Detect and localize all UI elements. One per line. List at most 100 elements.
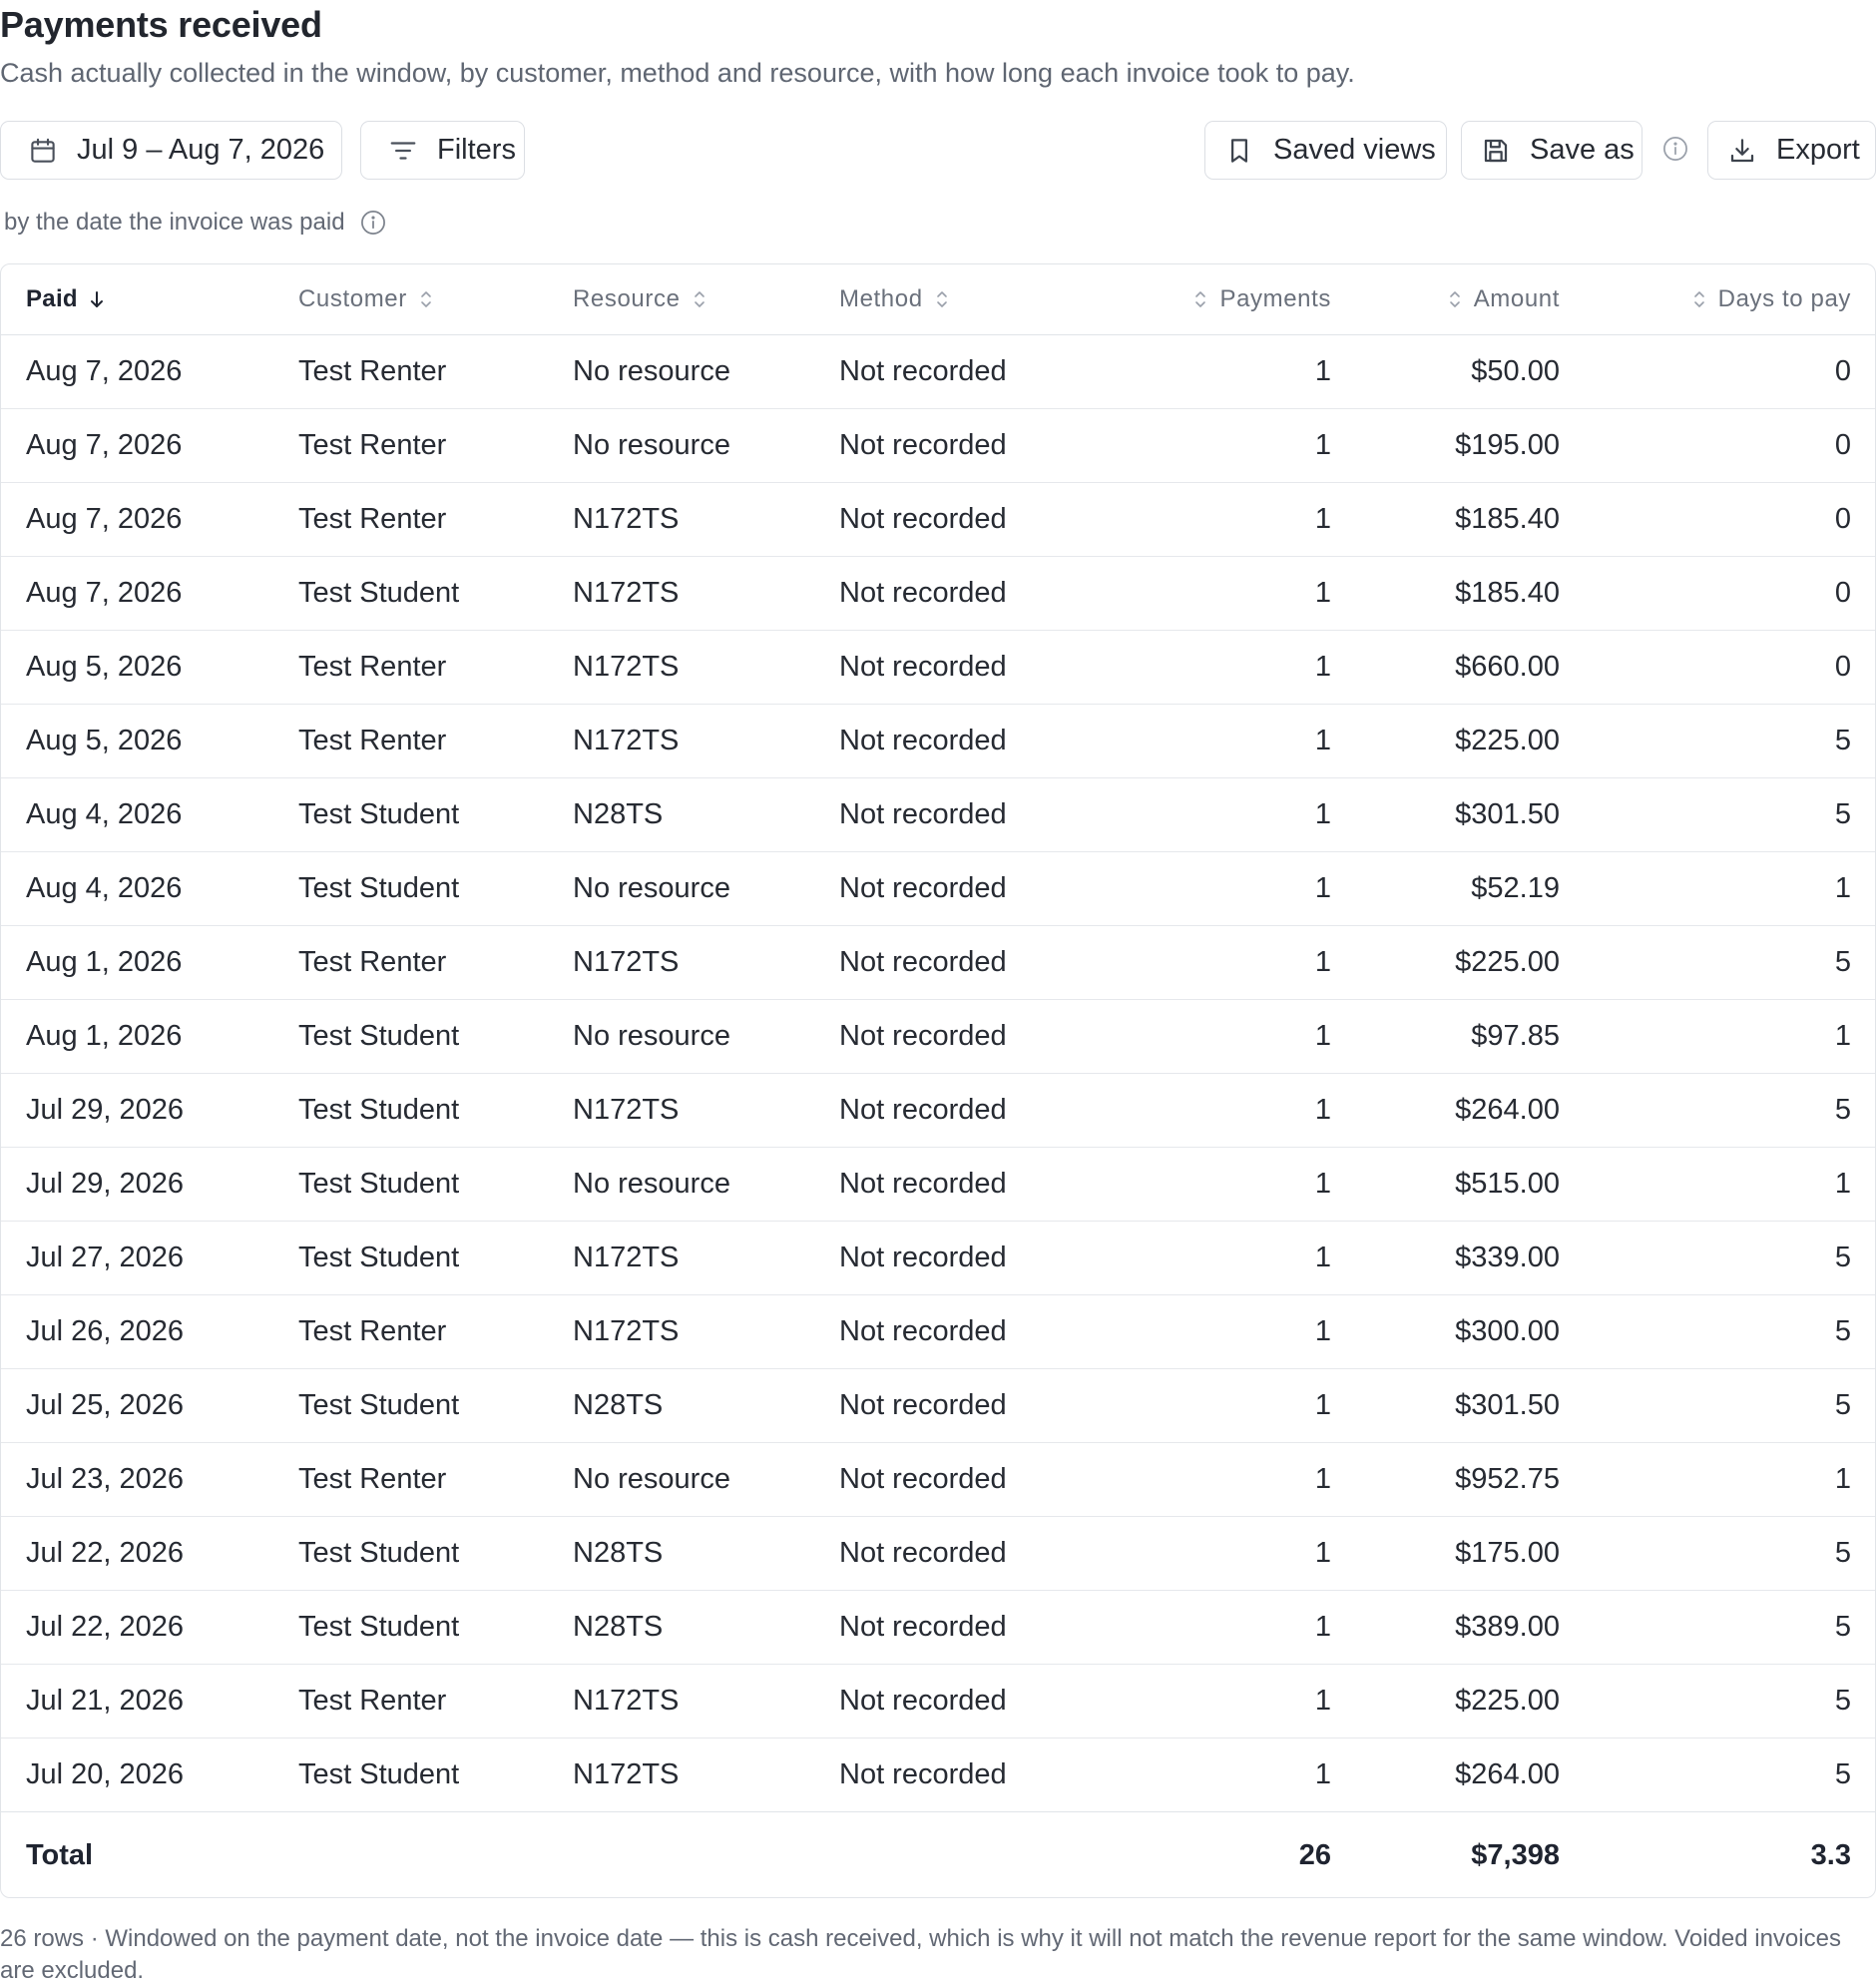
table-row[interactable]: Aug 4, 2026 Test Student N28TS Not recorded… — [1, 778, 1875, 852]
cell-amount: $175.00 — [1455, 1536, 1560, 1569]
table-row[interactable]: Jul 22, 2026 Test Student N28TS Not recorde… — [1, 1517, 1875, 1591]
table-row[interactable]: Aug 7, 2026 Test Renter N172TS Not recorded… — [1, 483, 1875, 557]
cell-resource: N28TS — [573, 797, 664, 830]
cell-amount: $225.00 — [1455, 945, 1560, 978]
cell-customer: Test Student — [298, 1536, 460, 1569]
cell-days-to-pay: 5 — [1834, 1388, 1851, 1421]
cell-paid-date: Jul 27, 2026 — [26, 1241, 185, 1273]
cell-amount: $515.00 — [1455, 1167, 1560, 1200]
cell-amount: $225.00 — [1455, 1684, 1560, 1717]
column-header-amount[interactable]: Amount — [1446, 264, 1560, 334]
date-range-button[interactable]: Jul 9 – Aug 7, 2026 — [0, 121, 342, 180]
table-row[interactable]: Jul 22, 2026 Test Student N28TS Not recorde… — [1, 1591, 1875, 1665]
cell-resource: No resource — [573, 1019, 730, 1052]
cell-customer: Test Renter — [298, 1684, 447, 1717]
cell-method: Not recorded — [839, 576, 1007, 609]
cell-customer: Test Renter — [298, 428, 447, 461]
cell-paid-date: Aug 4, 2026 — [26, 797, 183, 830]
cell-customer: Test Renter — [298, 1314, 447, 1347]
cell-paid-date: Jul 22, 2026 — [26, 1610, 185, 1643]
cell-payments: 1 — [1314, 1167, 1331, 1200]
cell-resource: N172TS — [573, 1684, 680, 1717]
sort-updown-icon — [691, 288, 708, 310]
cell-customer: Test Student — [298, 1093, 460, 1126]
cell-days-to-pay: 1 — [1834, 1167, 1851, 1200]
table-row[interactable]: Aug 4, 2026 Test Student No resource Not re… — [1, 852, 1875, 926]
table-row[interactable]: Aug 1, 2026 Test Student No resource Not re… — [1, 1000, 1875, 1074]
column-header-days-to-pay[interactable]: Days to pay — [1690, 264, 1851, 334]
table-body: Aug 7, 2026 Test Renter No resource Not rec… — [1, 335, 1875, 1812]
table-row[interactable]: Jul 29, 2026 Test Student N172TS Not record… — [1, 1074, 1875, 1148]
info-icon[interactable] — [359, 209, 387, 237]
cell-paid-date: Jul 26, 2026 — [26, 1314, 185, 1347]
column-header-method[interactable]: Method — [839, 264, 951, 334]
cell-resource: N172TS — [573, 1093, 680, 1126]
cell-customer: Test Student — [298, 1019, 460, 1052]
cell-resource: No resource — [573, 354, 730, 387]
table-row[interactable]: Jul 21, 2026 Test Renter N172TS Not recorde… — [1, 1665, 1875, 1739]
cell-resource: N172TS — [573, 1314, 680, 1347]
cell-amount: $225.00 — [1455, 724, 1560, 756]
cell-days-to-pay: 0 — [1834, 354, 1851, 387]
table-row[interactable]: Aug 7, 2026 Test Student N172TS Not recorde… — [1, 557, 1875, 631]
cell-method: Not recorded — [839, 650, 1007, 683]
cell-days-to-pay: 5 — [1834, 945, 1851, 978]
column-header-label: Customer — [298, 285, 407, 312]
cell-amount: $301.50 — [1455, 797, 1560, 830]
cell-method: Not recorded — [839, 1684, 1007, 1717]
column-header-label: Amount — [1473, 285, 1560, 312]
filters-button[interactable]: Filters — [360, 121, 525, 180]
cell-paid-date: Jul 20, 2026 — [26, 1757, 185, 1790]
cell-payments: 1 — [1314, 1388, 1331, 1421]
cell-paid-date: Jul 21, 2026 — [26, 1684, 185, 1717]
cell-amount: $300.00 — [1455, 1314, 1560, 1347]
cell-method: Not recorded — [839, 1167, 1007, 1200]
table-row[interactable]: Aug 5, 2026 Test Renter N172TS Not recorded… — [1, 631, 1875, 705]
table-row[interactable]: Jul 26, 2026 Test Renter N172TS Not recorde… — [1, 1295, 1875, 1369]
cell-payments: 1 — [1314, 1757, 1331, 1790]
table-row[interactable]: Aug 7, 2026 Test Renter No resource Not rec… — [1, 409, 1875, 483]
table-row[interactable]: Jul 29, 2026 Test Student No resource Not r… — [1, 1148, 1875, 1222]
floppy-disk-icon — [1480, 135, 1512, 167]
column-header-payments[interactable]: Payments — [1191, 264, 1331, 334]
save-as-button[interactable]: Save as — [1461, 121, 1642, 180]
cell-method: Not recorded — [839, 354, 1007, 387]
export-button[interactable]: Export — [1707, 121, 1876, 180]
cell-paid-date: Aug 7, 2026 — [26, 502, 183, 535]
table-row[interactable]: Aug 7, 2026 Test Renter No resource Not rec… — [1, 335, 1875, 409]
cell-customer: Test Student — [298, 1241, 460, 1273]
total-days-to-pay: 3.3 — [1810, 1838, 1851, 1871]
cell-paid-date: Jul 22, 2026 — [26, 1536, 185, 1569]
table-row[interactable]: Aug 5, 2026 Test Renter N172TS Not recorded… — [1, 705, 1875, 778]
cell-resource: No resource — [573, 871, 730, 904]
cell-method: Not recorded — [839, 1314, 1007, 1347]
table-row[interactable]: Aug 1, 2026 Test Renter N172TS Not recorded… — [1, 926, 1875, 1000]
total-label: Total — [26, 1838, 94, 1871]
column-header-paid[interactable]: Paid — [26, 264, 106, 334]
save-as-label: Save as — [1530, 134, 1635, 166]
table-total-row: Total 26 $7,398 3.3 — [1, 1811, 1875, 1897]
saved-views-button[interactable]: Saved views — [1204, 121, 1447, 180]
cell-method: Not recorded — [839, 1093, 1007, 1126]
cell-days-to-pay: 0 — [1834, 650, 1851, 683]
cell-paid-date: Aug 1, 2026 — [26, 945, 183, 978]
arrow-down-icon — [88, 288, 106, 310]
footer-note: 26 rows · Windowed on the payment date, … — [0, 1925, 1841, 1984]
column-header-customer[interactable]: Customer — [298, 264, 435, 334]
cell-resource: N172TS — [573, 576, 680, 609]
table-row[interactable]: Jul 25, 2026 Test Student N28TS Not recorde… — [1, 1369, 1875, 1443]
table-row[interactable]: Jul 23, 2026 Test Renter No resource Not re… — [1, 1443, 1875, 1517]
sort-updown-icon — [417, 288, 435, 310]
cell-resource: No resource — [573, 1167, 730, 1200]
table-row[interactable]: Jul 20, 2026 Test Student N172TS Not record… — [1, 1739, 1875, 1812]
cell-amount: $264.00 — [1455, 1757, 1560, 1790]
column-header-resource[interactable]: Resource — [573, 264, 708, 334]
info-icon[interactable] — [1660, 134, 1690, 164]
cell-payments: 1 — [1314, 650, 1331, 683]
cell-customer: Test Student — [298, 1610, 460, 1643]
table-row[interactable]: Jul 27, 2026 Test Student N172TS Not record… — [1, 1222, 1875, 1295]
cell-payments: 1 — [1314, 797, 1331, 830]
cell-payments: 1 — [1314, 1462, 1331, 1495]
cell-amount: $97.85 — [1471, 1019, 1560, 1052]
cell-days-to-pay: 1 — [1834, 1019, 1851, 1052]
